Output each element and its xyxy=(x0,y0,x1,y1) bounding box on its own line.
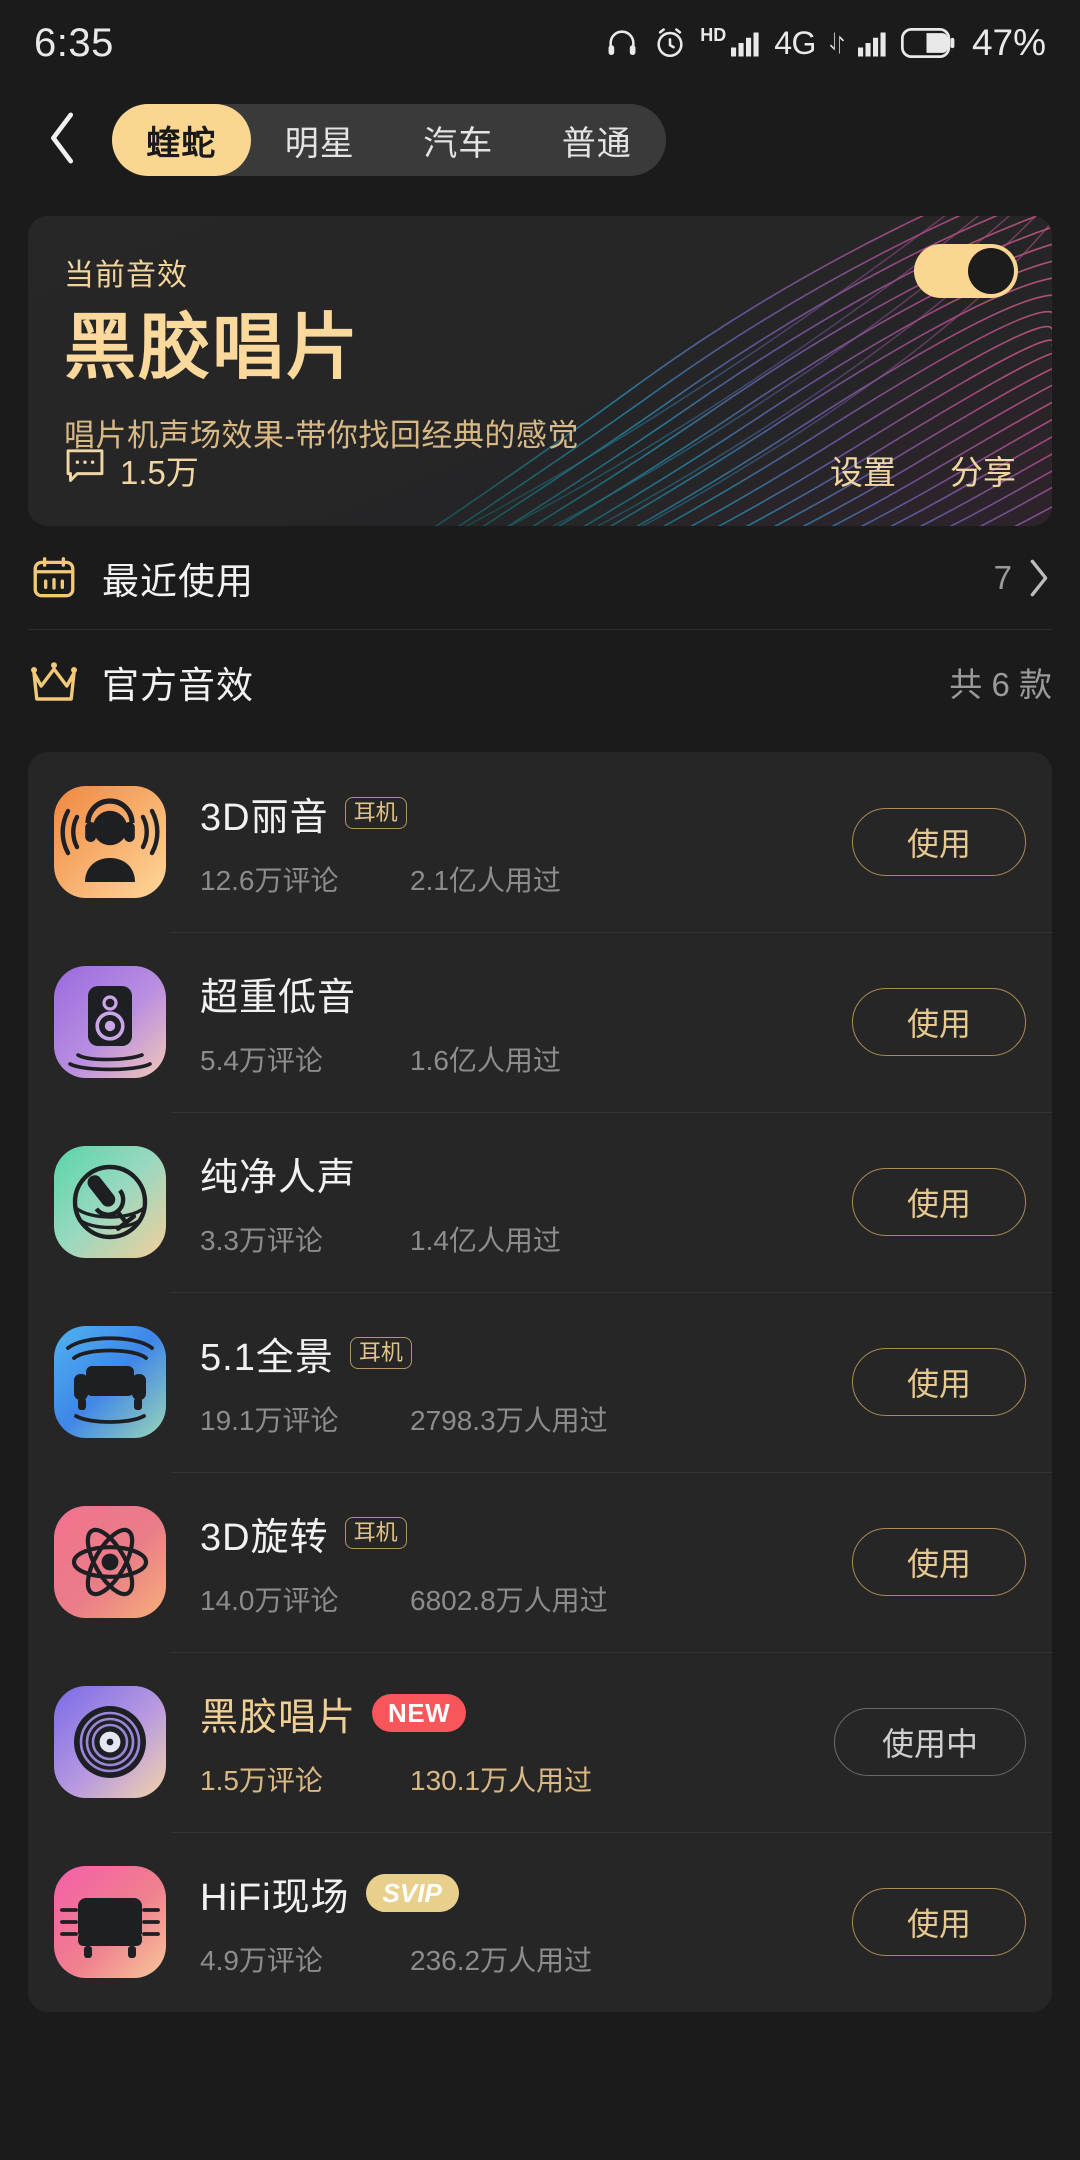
alarm-icon xyxy=(653,26,687,60)
effect-users: 236.2万人用过 xyxy=(410,1944,593,1976)
list-item[interactable]: 3D旋转 耳机 14.0万评论 6802.8万人用过 使用 xyxy=(28,1472,1052,1652)
effect-name: 3D旋转 xyxy=(200,1516,329,1559)
effect-comments: 4.9万评论 xyxy=(200,1944,323,1976)
current-effect-card[interactable]: 当前音效 黑胶唱片 唱片机声场效果-带你找回经典的感觉 1.5万 设置 分享 xyxy=(28,216,1052,526)
status-badge: NEW xyxy=(372,1693,467,1733)
effect-name: 纯净人声 xyxy=(200,1156,357,1199)
effect-comments: 1.5万评论 xyxy=(200,1764,323,1796)
sofa-icon xyxy=(54,1326,166,1438)
effect-users: 130.1万人用过 xyxy=(410,1764,593,1796)
back-button[interactable] xyxy=(28,105,98,175)
effect-comments: 3.3万评论 xyxy=(200,1224,323,1256)
chevron-right-icon[interactable] xyxy=(1026,558,1052,598)
list-item[interactable]: 5.1全景 耳机 19.1万评论 2798.3万人用过 使用 xyxy=(28,1292,1052,1472)
effect-name: 超重低音 xyxy=(200,976,357,1019)
in-use-button[interactable]: 使用中 xyxy=(834,1708,1026,1776)
list-item[interactable]: 3D丽音 耳机 12.6万评论 2.1亿人用过 使用 xyxy=(28,752,1052,932)
category-tabs[interactable]: 蝰蛇 明星 汽车 普通 xyxy=(112,104,666,176)
current-effect-label: 当前音效 xyxy=(64,259,188,292)
comment-count: 1.5万 xyxy=(120,454,199,491)
status-badge: SVIP xyxy=(365,1873,459,1913)
signal-icon xyxy=(857,29,888,57)
tab-star[interactable]: 明星 xyxy=(251,104,390,176)
status-badge: 耳机 xyxy=(344,1516,407,1550)
section-recent-used[interactable]: 最近使用 7 xyxy=(28,526,1052,630)
status-icons: HD 4G 47% xyxy=(604,22,1046,64)
effect-users: 2.1亿人用过 xyxy=(410,864,561,896)
use-button[interactable]: 使用 xyxy=(852,1348,1026,1416)
section-title-recent: 最近使用 xyxy=(102,560,254,602)
effect-comments: 14.0万评论 xyxy=(200,1584,339,1616)
network-label: 4G xyxy=(774,24,816,61)
vinyl-record-icon xyxy=(54,1686,166,1798)
list-item[interactable]: 黑胶唱片 NEW 1.5万评论 130.1万人用过 使用中 xyxy=(28,1652,1052,1832)
tab-car[interactable]: 汽车 xyxy=(389,104,528,176)
status-badge: 耳机 xyxy=(344,796,407,830)
list-item[interactable]: HiFi现场 SVIP 4.9万评论 236.2万人用过 使用 xyxy=(28,1832,1052,2012)
effect-toggle-switch[interactable] xyxy=(914,244,1018,298)
effect-comments: 12.6万评论 xyxy=(200,864,339,896)
use-button[interactable]: 使用 xyxy=(852,1888,1026,1956)
recent-count: 7 xyxy=(993,558,1012,596)
settings-button[interactable]: 设置 xyxy=(830,446,896,494)
effect-users: 1.4亿人用过 xyxy=(410,1224,561,1256)
battery-icon xyxy=(900,28,955,58)
effect-users: 1.6亿人用过 xyxy=(410,1044,561,1076)
use-button[interactable]: 使用 xyxy=(852,1168,1026,1236)
effect-name: 3D丽音 xyxy=(200,796,329,839)
headphone-icon xyxy=(604,26,640,60)
effect-comments: 5.4万评论 xyxy=(200,1044,323,1076)
effect-name: 黑胶唱片 xyxy=(200,1696,357,1739)
tab-normal[interactable]: 普通 xyxy=(528,104,667,176)
crown-icon xyxy=(28,656,80,708)
toggle-knob xyxy=(968,248,1014,294)
effect-users: 2798.3万人用过 xyxy=(410,1404,608,1436)
section-official-effects: 官方音效 共 6 款 xyxy=(28,630,1052,734)
signal-icon xyxy=(731,29,761,57)
tab-viper[interactable]: 蝰蛇 xyxy=(112,104,251,176)
armchair-icon xyxy=(54,1866,166,1978)
battery-percent: 47% xyxy=(971,22,1046,63)
chevron-left-icon xyxy=(46,111,80,170)
comment-icon xyxy=(64,447,106,493)
current-effect-title: 黑胶唱片 xyxy=(64,308,361,388)
official-effects-list: 3D丽音 耳机 12.6万评论 2.1亿人用过 使用 超重低音 5.4万评论 1… xyxy=(28,752,1052,2012)
use-button[interactable]: 使用 xyxy=(852,808,1026,876)
effect-comments: 19.1万评论 xyxy=(200,1404,339,1436)
effect-name: HiFi现场 xyxy=(200,1876,350,1919)
use-button[interactable]: 使用 xyxy=(852,1528,1026,1596)
list-item[interactable]: 纯净人声 3.3万评论 1.4亿人用过 使用 xyxy=(28,1112,1052,1292)
microphone-icon xyxy=(54,1146,166,1258)
atom-icon xyxy=(54,1506,166,1618)
hd-label: HD xyxy=(700,25,727,45)
status-badge: 耳机 xyxy=(349,1336,412,1370)
data-arrows-icon xyxy=(829,31,845,55)
effect-users: 6802.8万人用过 xyxy=(410,1584,608,1616)
calendar-icon xyxy=(28,552,80,604)
section-title-official: 官方音效 xyxy=(102,665,254,706)
top-navigation-bar: 蝰蛇 明星 汽车 普通 xyxy=(0,86,1080,194)
official-count: 共 6 款 xyxy=(949,666,1052,703)
status-time: 6:35 xyxy=(34,20,114,65)
effect-name: 5.1全景 xyxy=(200,1336,334,1379)
use-button[interactable]: 使用 xyxy=(852,988,1026,1056)
status-bar: 6:35 HD 4G 47% xyxy=(0,0,1080,86)
share-button[interactable]: 分享 xyxy=(950,446,1016,494)
person-headphones-icon xyxy=(54,786,166,898)
speaker-icon xyxy=(54,966,166,1078)
list-item[interactable]: 超重低音 5.4万评论 1.6亿人用过 使用 xyxy=(28,932,1052,1112)
comment-count-group[interactable]: 1.5万 xyxy=(64,446,199,494)
